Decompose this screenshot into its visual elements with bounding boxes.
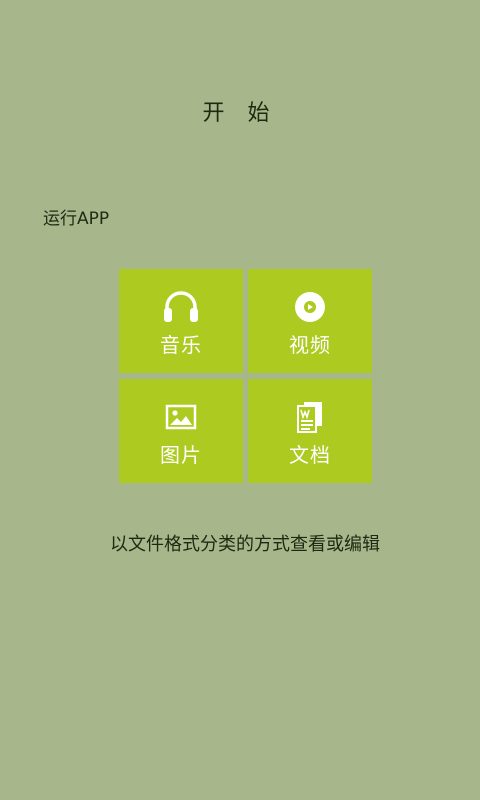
music-tile[interactable]: 音乐 — [119, 269, 243, 373]
image-tile[interactable]: 图片 — [119, 379, 243, 483]
image-icon — [119, 401, 243, 433]
page-title: 开 始 — [202, 101, 278, 126]
video-tile[interactable]: 视频 — [248, 269, 372, 373]
category-grid: 音乐 视频 图片 文档 — [119, 269, 373, 483]
video-disc-icon — [248, 291, 372, 323]
video-label: 视频 — [289, 333, 331, 357]
run-app-label: 运行APP — [43, 209, 110, 229]
headphones-icon — [119, 291, 243, 323]
image-label: 图片 — [160, 443, 202, 467]
music-label: 音乐 — [160, 333, 202, 357]
document-tile[interactable]: 文档 — [248, 379, 372, 483]
document-icon — [248, 401, 372, 433]
tagline: 以文件格式分类的方式查看或编辑 — [110, 534, 380, 555]
document-label: 文档 — [289, 443, 331, 467]
